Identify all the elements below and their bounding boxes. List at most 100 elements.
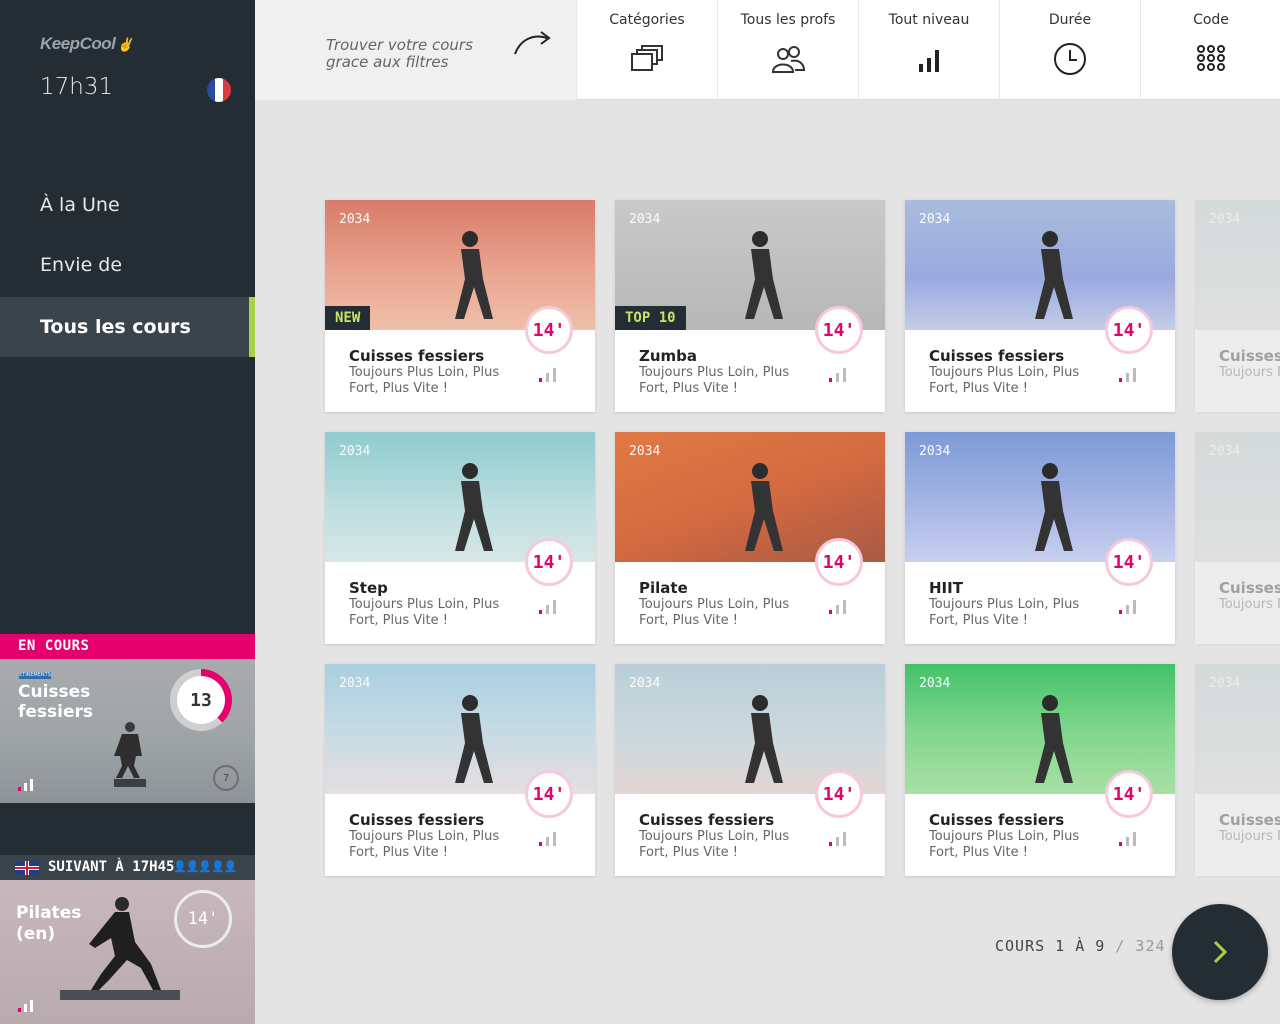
- instructor-image: [1035, 695, 1073, 783]
- filter-profs[interactable]: Tous les profs: [717, 0, 858, 100]
- chevron-right-icon: [1213, 940, 1228, 964]
- filter-label: Catégories: [609, 12, 685, 28]
- level-bars-icon: [829, 600, 849, 614]
- pagination-range: COURS 1 À 9: [995, 937, 1106, 955]
- level-bars-icon: [539, 832, 559, 846]
- filter-categories[interactable]: Catégories: [576, 0, 717, 100]
- course-title: Cuisses fessiers: [929, 811, 1065, 829]
- course-card[interactable]: 2034 14' Cuisses fessiers Toujours Plus Loi…: [905, 200, 1175, 412]
- course-card-peek[interactable]: 2034 CuissesToujours Plus Fort: [1195, 664, 1280, 876]
- level-bars-icon: [18, 998, 38, 1012]
- instructor-image: [114, 722, 146, 787]
- keypad-icon: [1197, 45, 1225, 71]
- next-page-button[interactable]: [1172, 904, 1268, 1000]
- course-card-peek[interactable]: 2034 CuissesToujours Plus Fort: [1195, 200, 1280, 412]
- course-year: 2034: [919, 676, 951, 691]
- course-title: Zumba: [639, 347, 698, 365]
- course-duration: 14': [815, 306, 863, 354]
- course-card[interactable]: 2034 14' HIIT Toujours Plus Loin, Plus Fort…: [905, 432, 1175, 644]
- course-year: 2034: [919, 212, 951, 227]
- level-bars-icon: [829, 368, 849, 382]
- course-title: Cuisses: [1219, 579, 1280, 597]
- sidebar: KeepCool ✌ 17h31 À la Une Envie de Tous l…: [0, 0, 255, 1024]
- instructor-image: [60, 897, 180, 1000]
- filter-bar: Trouver votre cours grace aux filtres Ca…: [255, 0, 1280, 100]
- filter-code[interactable]: Code: [1140, 0, 1280, 100]
- course-subtitle: Toujours Plus Loin, Plus Fort, Plus Vite…: [349, 365, 500, 396]
- curved-arrow-icon: [514, 31, 551, 55]
- clock-icon: [1054, 43, 1086, 75]
- remaining-timer: 13: [170, 669, 232, 731]
- course-subtitle: Toujours Plus Fort: [1219, 597, 1280, 612]
- filter-label: Code: [1193, 12, 1229, 28]
- course-duration: 14': [1105, 306, 1153, 354]
- french-flag-icon[interactable]: [207, 78, 231, 102]
- keepcool-logo: KeepCool ✌: [40, 34, 134, 53]
- course-subtitle: Toujours Plus Fort: [1219, 365, 1280, 380]
- course-title: Step: [349, 579, 388, 597]
- filter-label: Durée: [1048, 12, 1092, 28]
- course-subtitle: Toujours Plus Fort: [1219, 829, 1280, 844]
- course-badge: NEW: [325, 306, 371, 330]
- course-subtitle: Toujours Plus Loin, Plus Fort, Plus Vite…: [929, 365, 1080, 396]
- course-subtitle: Toujours Plus Loin, Plus Fort, Plus Vite…: [349, 597, 500, 628]
- filter-duree[interactable]: Durée: [999, 0, 1140, 100]
- course-title: Cuisses fessiers: [639, 811, 775, 829]
- en-cours-header: EN COURS: [0, 634, 255, 659]
- nav-envie-de[interactable]: Envie de: [0, 235, 255, 295]
- course-card-peek[interactable]: 2034 CuissesToujours Plus Fort: [1195, 432, 1280, 644]
- clock: 17h31: [40, 74, 114, 100]
- course-subtitle: Toujours Plus Loin, Plus Fort, Plus Vite…: [929, 829, 1080, 860]
- level-bars-icon: [1119, 368, 1139, 382]
- en-cours-card[interactable]: ÉTIREMENTS Cuisses fessiers 13 7: [0, 659, 255, 803]
- nav-tous-les-cours[interactable]: Tous les cours: [0, 297, 255, 357]
- course-card[interactable]: 2034 14' Step Toujours Plus Loin, Plus Fort…: [325, 432, 595, 644]
- instructor-image: [1035, 463, 1073, 551]
- course-duration: 14': [815, 538, 863, 586]
- course-year: 2034: [339, 212, 371, 227]
- suivant-card[interactable]: Pilates (en) 14': [0, 880, 255, 1024]
- course-title: Cuisses fessiers: [929, 347, 1065, 365]
- course-title: Cuisses fessiers: [349, 347, 485, 365]
- filter-hint: Trouver votre cours grace aux filtres: [255, 0, 576, 100]
- course-duration: 14': [1105, 538, 1153, 586]
- course-subtitle: Toujours Plus Loin, Plus Fort, Plus Vite…: [929, 597, 1080, 628]
- course-card[interactable]: 2034 14' Cuisses fessiers Toujours Plus Loi…: [325, 664, 595, 876]
- course-year: 2034: [1209, 212, 1241, 227]
- level-bars-icon: [919, 50, 939, 72]
- course-year: 2034: [1209, 676, 1241, 691]
- course-duration: 14': [525, 770, 573, 818]
- course-year: 2034: [629, 444, 661, 459]
- nav-a-la-une[interactable]: À la Une: [0, 175, 255, 235]
- course-year: 2034: [339, 444, 371, 459]
- course-subtitle: Toujours Plus Loin, Plus Fort, Plus Vite…: [639, 365, 790, 396]
- instructor-image: [745, 695, 783, 783]
- category-tag: ÉTIREMENTS: [19, 672, 51, 679]
- categories-icon: [631, 45, 663, 71]
- course-year: 2034: [629, 212, 661, 227]
- course-year: 2034: [339, 676, 371, 691]
- level-bars-icon: [18, 777, 38, 791]
- course-thumbnail: 2034: [1195, 432, 1280, 562]
- course-title: Pilate: [639, 579, 688, 597]
- course-title: Cuisses fessiers: [349, 811, 485, 829]
- instructor-image: [455, 231, 493, 319]
- course-card[interactable]: 2034 14' Pilate Toujours Plus Loin, Plus Fo…: [615, 432, 885, 644]
- en-cours-title: Cuisses fessiers: [18, 682, 94, 722]
- filter-hint-text: Trouver votre cours grace aux filtres: [326, 36, 473, 71]
- course-duration: 14': [815, 770, 863, 818]
- filter-niveau[interactable]: Tout niveau: [858, 0, 999, 100]
- instructor-image: [455, 463, 493, 551]
- course-badge: TOP 10: [615, 306, 686, 330]
- instructor-image: [745, 231, 783, 319]
- suivant-duration: 14': [174, 890, 232, 948]
- course-duration: 14': [525, 538, 573, 586]
- course-card[interactable]: 2034 NEW 14' Cuisses fessiers Toujours Plus …: [325, 200, 595, 412]
- course-year: 2034: [919, 444, 951, 459]
- course-title: Cuisses: [1219, 811, 1280, 829]
- course-card[interactable]: 2034 14' Cuisses fessiers Toujours Plus Loi…: [905, 664, 1175, 876]
- course-thumbnail: 2034: [1195, 664, 1280, 794]
- course-duration: 14': [525, 306, 573, 354]
- course-card[interactable]: 2034 14' Cuisses fessiers Toujours Plus Loi…: [615, 664, 885, 876]
- course-card[interactable]: 2034 TOP 10 14' Zumba Toujours Plus Loin, Pl…: [615, 200, 885, 412]
